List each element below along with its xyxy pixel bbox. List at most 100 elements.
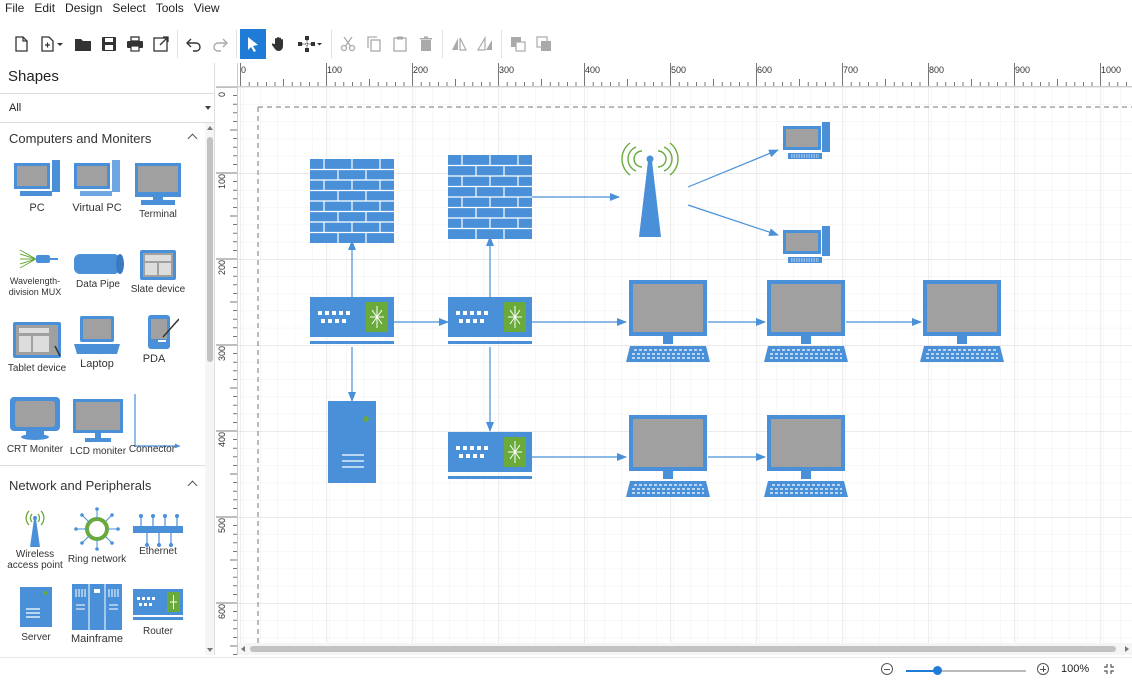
shape-filter-dropdown[interactable]: All	[0, 93, 214, 123]
menu-edit[interactable]: Edit	[29, 0, 60, 17]
shapes-panel: Shapes All Computers and Moniters PC Vir…	[0, 63, 215, 655]
shape-router[interactable]: Router	[127, 587, 189, 637]
wireless-access-point-icon	[25, 510, 45, 547]
shape-mainframe[interactable]: Mainframe	[66, 583, 128, 645]
firewall-node[interactable]	[448, 155, 532, 239]
save-icon[interactable]	[96, 29, 122, 59]
shape-laptop[interactable]: Laptop	[66, 314, 128, 370]
ethernet-icon	[133, 514, 183, 547]
ruler-label: 300	[499, 65, 515, 75]
scrollbar-thumb[interactable]	[207, 137, 213, 362]
ruler-label: 700	[843, 65, 859, 75]
monitor-node[interactable]	[764, 280, 848, 363]
pan-tool-icon[interactable]	[266, 29, 292, 59]
shape-label: Slate device	[130, 284, 186, 295]
router-node[interactable]	[448, 432, 532, 480]
undo-icon[interactable]	[181, 29, 207, 59]
fit-to-page-icon[interactable]	[1103, 663, 1115, 675]
menu-design[interactable]: Design	[60, 0, 107, 17]
scrollbar-thumb[interactable]	[250, 646, 1116, 652]
lcd-monitor-icon	[73, 399, 123, 442]
open-folder-icon[interactable]	[70, 29, 96, 59]
monitor-node[interactable]	[764, 415, 848, 498]
open-template-icon[interactable]	[34, 29, 70, 59]
monitor-node[interactable]	[626, 280, 710, 363]
section-network-header[interactable]: Network and Peripherals	[0, 472, 206, 498]
scroll-up-icon[interactable]	[207, 126, 213, 130]
canvas-horizontal-scrollbar[interactable]	[238, 643, 1132, 655]
export-icon[interactable]	[148, 29, 174, 59]
router-node[interactable]	[310, 297, 394, 345]
ruler-label: 400	[585, 65, 601, 75]
shape-label: Terminal	[139, 209, 177, 220]
scroll-right-icon[interactable]	[1125, 646, 1129, 652]
flip-horizontal-icon[interactable]	[446, 29, 472, 59]
cut-icon[interactable]	[335, 29, 361, 59]
router-node[interactable]	[448, 297, 532, 345]
print-icon[interactable]	[122, 29, 148, 59]
panel-scrollbar[interactable]	[205, 123, 214, 655]
shape-label: Tablet device	[7, 363, 67, 374]
diagram-grid[interactable]	[238, 87, 1132, 643]
section-computers-header[interactable]: Computers and Moniters	[0, 125, 206, 151]
toolbar-separator	[236, 30, 237, 58]
shape-terminal[interactable]: Terminal	[127, 161, 189, 220]
diagram-canvas-area: 0 100 200 300 400 500 600 700 800 900 10…	[216, 63, 1132, 655]
flip-vertical-icon[interactable]	[472, 29, 498, 59]
zoom-in-icon[interactable]	[1037, 663, 1049, 675]
delete-icon[interactable]	[413, 29, 439, 59]
connector-tool-icon[interactable]	[292, 29, 328, 59]
shape-wdm[interactable]: Wavelength-division MUX	[4, 245, 66, 298]
shape-server[interactable]: Server	[5, 585, 67, 643]
shape-lcd-moniter[interactable]: LCD moniter	[67, 397, 129, 457]
firewall-node[interactable]	[310, 159, 394, 243]
paste-icon[interactable]	[387, 29, 413, 59]
server-icon	[20, 587, 52, 627]
shape-label: Laptop	[80, 358, 114, 370]
wavelength-mux-icon	[19, 249, 58, 269]
shape-connector[interactable]: Connector	[121, 392, 183, 455]
copy-icon[interactable]	[361, 29, 387, 59]
shape-label: CRT Moniter	[6, 444, 64, 455]
select-tool-icon[interactable]	[240, 29, 266, 59]
data-pipe-icon	[74, 254, 124, 274]
ruler-label: 300	[217, 345, 227, 361]
menu-select[interactable]: Select	[107, 0, 150, 17]
monitor-node[interactable]	[626, 415, 710, 498]
shape-label: Server	[21, 632, 51, 643]
shape-pda[interactable]: PDA	[123, 313, 185, 365]
pc-icon	[14, 160, 60, 196]
ring-network-icon	[74, 507, 120, 551]
shape-ring-network[interactable]: Ring network	[66, 507, 128, 565]
slate-device-icon	[140, 250, 176, 280]
shape-wireless-access-point[interactable]: Wireless access point	[4, 507, 66, 571]
shape-pc[interactable]: PC	[6, 158, 68, 214]
shape-data-pipe[interactable]: Data Pipe	[67, 252, 129, 290]
server-node[interactable]	[328, 401, 376, 483]
shape-slate-device[interactable]: Slate device	[127, 249, 189, 295]
monitor-node[interactable]	[920, 280, 1004, 363]
shape-label: Router	[142, 626, 173, 637]
menu-bar: File Edit Design Select Tools View	[0, 0, 1132, 17]
shape-ethernet[interactable]: Ethernet	[127, 511, 189, 557]
laptop-icon	[74, 316, 120, 354]
bring-to-front-icon[interactable]	[531, 29, 557, 59]
redo-icon[interactable]	[207, 29, 233, 59]
ruler-label: 500	[671, 65, 687, 75]
scroll-down-icon[interactable]	[207, 648, 213, 652]
zoom-out-icon[interactable]	[881, 663, 893, 675]
menu-file[interactable]: File	[0, 0, 29, 17]
chevron-up-icon	[187, 480, 198, 491]
shape-crt-moniter[interactable]: CRT Moniter	[4, 395, 66, 455]
new-file-icon[interactable]	[8, 29, 34, 59]
shape-tablet-device[interactable]: Tablet device	[6, 320, 68, 374]
shape-virtual-pc[interactable]: Virtual PC	[66, 158, 128, 214]
ruler-label: 400	[217, 431, 227, 447]
scroll-left-icon[interactable]	[241, 646, 245, 652]
send-to-back-icon[interactable]	[505, 29, 531, 59]
menu-view[interactable]: View	[189, 0, 225, 17]
network-diagram	[238, 87, 1132, 643]
menu-tools[interactable]: Tools	[151, 0, 189, 17]
ruler-label: 500	[217, 517, 227, 533]
zoom-slider-handle[interactable]	[933, 666, 942, 675]
